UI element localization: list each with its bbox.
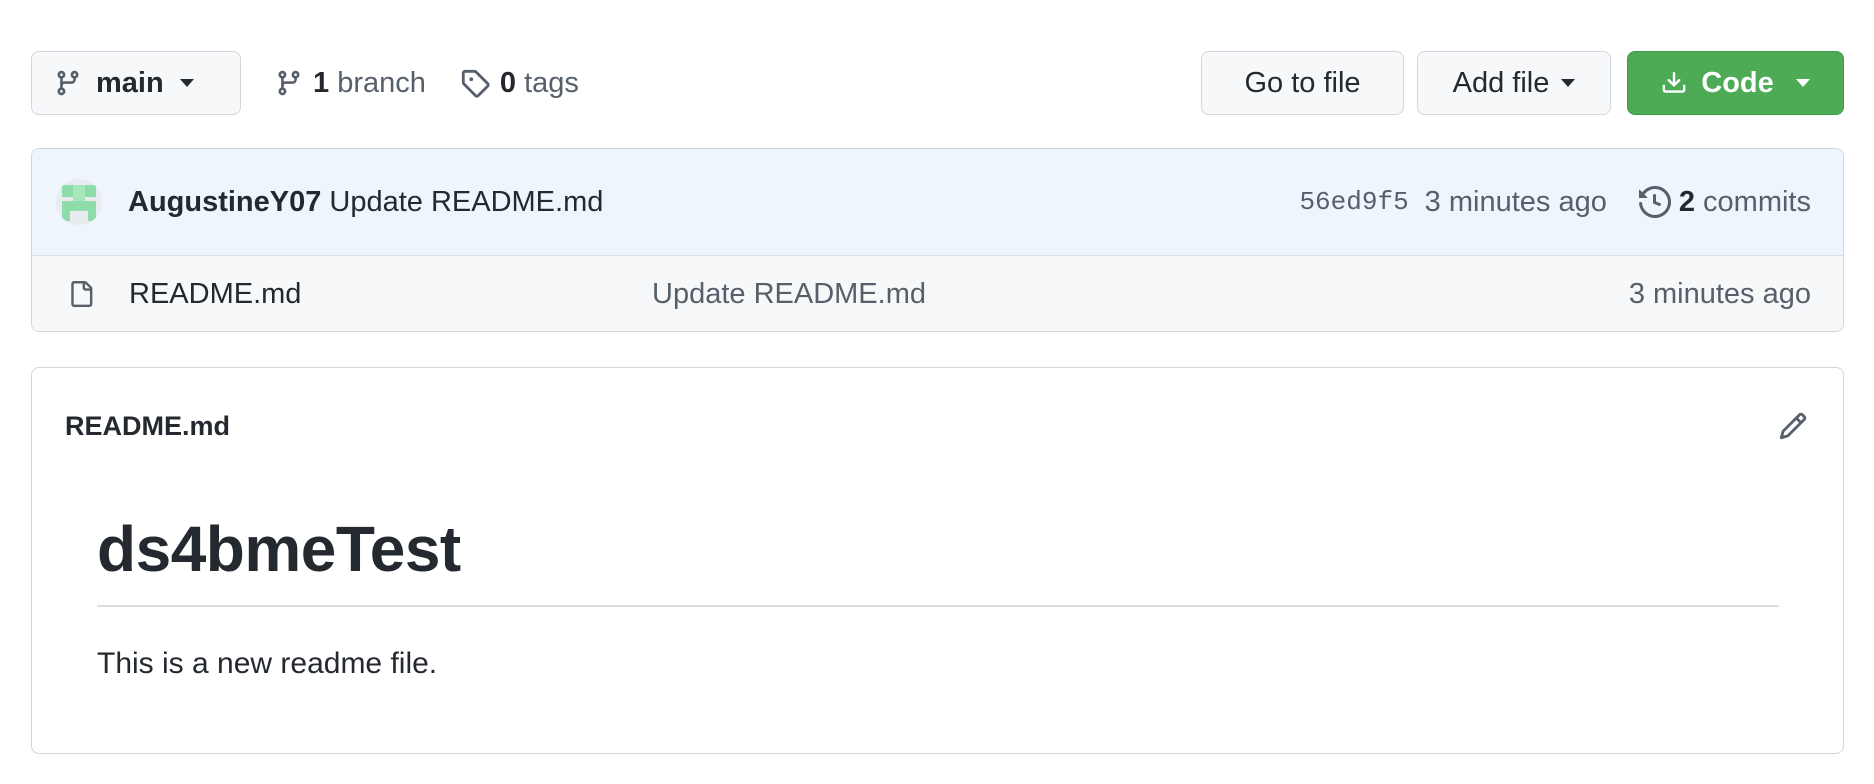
avatar[interactable] xyxy=(56,179,102,225)
chevron-down-icon xyxy=(179,79,194,87)
branch-count: 1 xyxy=(313,66,330,99)
commit-time: 3 minutes ago xyxy=(1424,185,1607,218)
git-branch-icon xyxy=(54,68,82,98)
tag-count: 0 xyxy=(499,66,517,99)
code-label: Code xyxy=(1701,66,1774,99)
file-row[interactable]: README.md Update README.md 3 minutes ago xyxy=(32,256,1843,331)
tag-label: tags xyxy=(524,66,579,99)
repo-toolbar: main 1 branch 0 tags Go to file Add file xyxy=(31,51,1844,115)
commit-author-link[interactable]: AugustineY07 xyxy=(128,186,321,219)
latest-commit-row: AugustineY07 Update README.md 56ed9f5 3 … xyxy=(32,149,1843,256)
readme-filename[interactable]: README.md xyxy=(65,411,230,442)
repository-page: main 1 branch 0 tags Go to file Add file xyxy=(0,0,1874,784)
file-name-link[interactable]: README.md xyxy=(129,278,301,311)
code-button[interactable]: Code xyxy=(1627,51,1844,115)
branch-label: branch xyxy=(337,66,426,99)
add-file-label: Add file xyxy=(1452,66,1550,99)
file-time: 3 minutes ago xyxy=(1628,277,1811,310)
chevron-down-icon xyxy=(1561,79,1576,87)
heading-divider xyxy=(97,605,1779,607)
commits-count: 2 xyxy=(1678,185,1695,218)
chevron-down-icon xyxy=(1795,79,1810,87)
pencil-icon xyxy=(1778,411,1808,441)
file-icon xyxy=(68,278,94,310)
branches-link[interactable]: 1 branch xyxy=(275,67,426,100)
file-browser: AugustineY07 Update README.md 56ed9f5 3 … xyxy=(31,148,1844,332)
git-branch-icon xyxy=(275,68,303,98)
readme-panel: README.md ds4bmeTest This is a new readm… xyxy=(31,367,1844,754)
tag-icon xyxy=(460,68,490,98)
readme-heading: ds4bmeTest xyxy=(97,513,461,585)
commits-history-link[interactable]: 2 commits xyxy=(1638,185,1811,219)
readme-paragraph: This is a new readme file. xyxy=(97,647,438,680)
file-commit-message-link[interactable]: Update README.md xyxy=(652,278,926,311)
commits-label: commits xyxy=(1703,185,1811,218)
readme-header: README.md xyxy=(65,406,1810,446)
history-icon xyxy=(1638,186,1671,218)
add-file-button[interactable]: Add file xyxy=(1417,51,1611,115)
commit-message-link[interactable]: Update README.md xyxy=(329,186,603,219)
branch-name: main xyxy=(96,66,164,99)
commit-hash-link[interactable]: 56ed9f5 xyxy=(1299,187,1408,217)
download-icon xyxy=(1661,69,1687,97)
tags-link[interactable]: 0 tags xyxy=(460,67,579,100)
branch-select-button[interactable]: main xyxy=(31,51,241,115)
go-to-file-button[interactable]: Go to file xyxy=(1201,51,1404,115)
edit-readme-button[interactable] xyxy=(1776,409,1810,443)
go-to-file-label: Go to file xyxy=(1244,66,1361,99)
